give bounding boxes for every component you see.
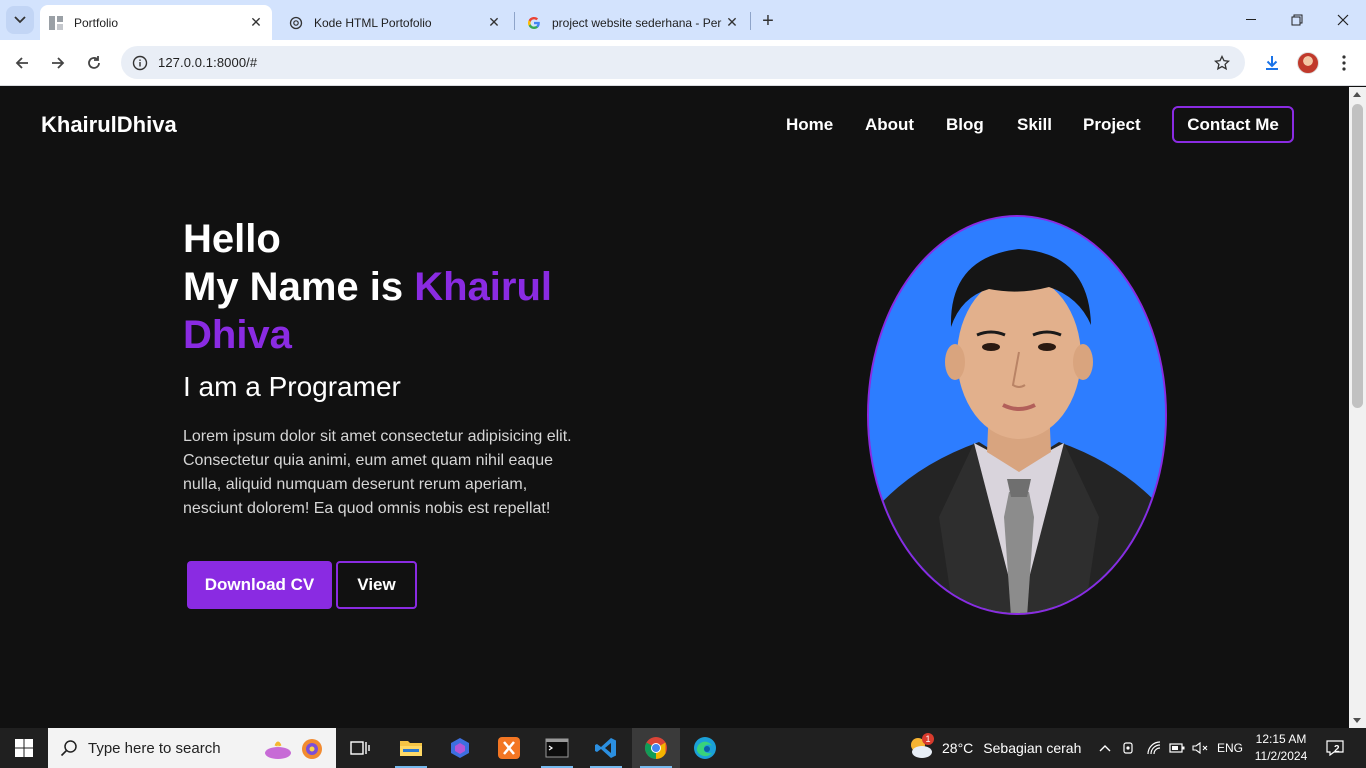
search-highlight-icon	[264, 736, 328, 762]
tab-separator	[750, 12, 751, 30]
address-bar[interactable]: 127.0.0.1:8000/#	[121, 46, 1245, 79]
chevron-up-icon[interactable]	[1095, 728, 1115, 768]
hero-greeting: Hello	[183, 217, 281, 261]
name-prefix: My Name is	[183, 265, 415, 309]
windows-start-icon[interactable]	[0, 728, 48, 768]
name-last: Dhiva	[183, 313, 292, 357]
bookmark-star-icon[interactable]	[1211, 52, 1233, 74]
camera-icon[interactable]	[1119, 728, 1139, 768]
tab-title: project website sederhana - Per	[552, 15, 722, 30]
weather-temp: 28°C	[942, 740, 974, 756]
nav-project[interactable]: Project	[1083, 115, 1141, 135]
contact-me-button[interactable]: Contact Me	[1172, 106, 1294, 143]
close-tab-icon[interactable]: ✕	[484, 13, 504, 33]
tab-title: Portfolio	[74, 15, 119, 30]
download-icon[interactable]	[1258, 49, 1286, 77]
chrome-icon[interactable]	[632, 728, 680, 768]
kebab-menu-icon[interactable]	[1330, 49, 1358, 77]
tab-separator	[514, 12, 515, 30]
hero-name: My Name is Khairul Dhiva	[183, 263, 603, 359]
hero-role: I am a Programer	[183, 371, 401, 402]
task-view-icon[interactable]	[336, 728, 384, 768]
browser-tab-bar: Portfolio ✕ Kode HTML Portofolio ✕ proje…	[0, 0, 1366, 40]
forward-icon[interactable]	[44, 49, 72, 77]
profile-avatar[interactable]	[1297, 52, 1319, 74]
volume-muted-icon[interactable]	[1190, 728, 1210, 768]
download-cv-button[interactable]: Download CV	[187, 561, 332, 609]
browser-toolbar: 127.0.0.1:8000/#	[0, 40, 1366, 86]
page-icon	[48, 15, 64, 31]
name-first: Khairul	[414, 265, 553, 309]
nav-blog[interactable]: Blog	[946, 115, 984, 135]
site-brand[interactable]: KhairulDhiva	[41, 112, 177, 138]
page-viewport: KhairulDhiva Home About Blog Skill Proje…	[0, 87, 1349, 728]
hero-text: Hello My Name is Khairul Dhiva I am a Pro…	[183, 215, 603, 521]
tab-search-button[interactable]	[6, 6, 34, 34]
xampp-icon[interactable]	[485, 728, 533, 768]
new-tab-icon[interactable]: +	[756, 9, 780, 33]
system-clock[interactable]: 12:15 AM 11/2/2024	[1250, 731, 1312, 765]
wifi-icon[interactable]	[1143, 728, 1165, 768]
notifications-icon[interactable]: 2	[1320, 728, 1350, 768]
openai-icon	[288, 15, 304, 31]
view-button[interactable]: View	[336, 561, 417, 609]
chevron-down-icon	[14, 16, 26, 24]
notification-count: 2	[1334, 744, 1340, 755]
tab-project-website[interactable]: project website sederhana - Per ✕	[518, 5, 748, 40]
site-info-icon[interactable]	[129, 52, 151, 74]
page-scrollbar[interactable]	[1349, 87, 1366, 728]
back-icon[interactable]	[8, 49, 36, 77]
portrait-illustration	[869, 217, 1165, 613]
minimize-icon[interactable]	[1228, 0, 1274, 40]
copilot-icon[interactable]	[436, 728, 484, 768]
battery-icon[interactable]	[1167, 728, 1187, 768]
tab-portfolio[interactable]: Portfolio ✕	[40, 5, 272, 40]
google-icon	[526, 15, 542, 31]
tab-title: Kode HTML Portofolio	[314, 15, 432, 30]
profile-photo	[867, 215, 1167, 615]
nav-skill[interactable]: Skill	[1017, 115, 1052, 135]
tab-kode-html[interactable]: Kode HTML Portofolio ✕	[280, 5, 510, 40]
reload-icon[interactable]	[80, 49, 108, 77]
close-window-icon[interactable]	[1320, 0, 1366, 40]
scroll-up-icon[interactable]	[1353, 92, 1361, 97]
weather-alert-badge: 1	[922, 733, 934, 745]
hero-description: Lorem ipsum dolor sit amet consectetur a…	[183, 428, 572, 517]
search-icon	[60, 739, 78, 757]
weather-condition: Sebagian cerah	[983, 740, 1082, 756]
scroll-thumb[interactable]	[1352, 104, 1363, 408]
close-tab-icon[interactable]: ✕	[722, 13, 742, 33]
close-tab-icon[interactable]: ✕	[246, 13, 266, 33]
weather-widget[interactable]: 1 28°C Sebagian cerah	[908, 728, 1081, 768]
nav-home[interactable]: Home	[786, 115, 833, 135]
clock-date: 11/2/2024	[1254, 749, 1308, 763]
taskbar-search[interactable]: Type here to search	[48, 728, 336, 768]
nav-about[interactable]: About	[865, 115, 914, 135]
restore-icon[interactable]	[1274, 0, 1320, 40]
edge-icon[interactable]	[681, 728, 729, 768]
file-explorer-icon[interactable]	[387, 728, 435, 768]
url-text[interactable]: 127.0.0.1:8000/#	[158, 55, 257, 70]
partly-cloudy-icon: 1	[908, 733, 934, 761]
scroll-down-icon[interactable]	[1353, 718, 1361, 723]
windows-taskbar: Type here to search 1 28°C Sebagian cera…	[0, 728, 1366, 768]
terminal-icon[interactable]	[533, 728, 581, 768]
language-indicator[interactable]: ENG	[1214, 728, 1246, 768]
clock-time: 12:15 AM	[1255, 732, 1307, 746]
vscode-icon[interactable]	[582, 728, 630, 768]
search-placeholder: Type here to search	[88, 739, 221, 757]
